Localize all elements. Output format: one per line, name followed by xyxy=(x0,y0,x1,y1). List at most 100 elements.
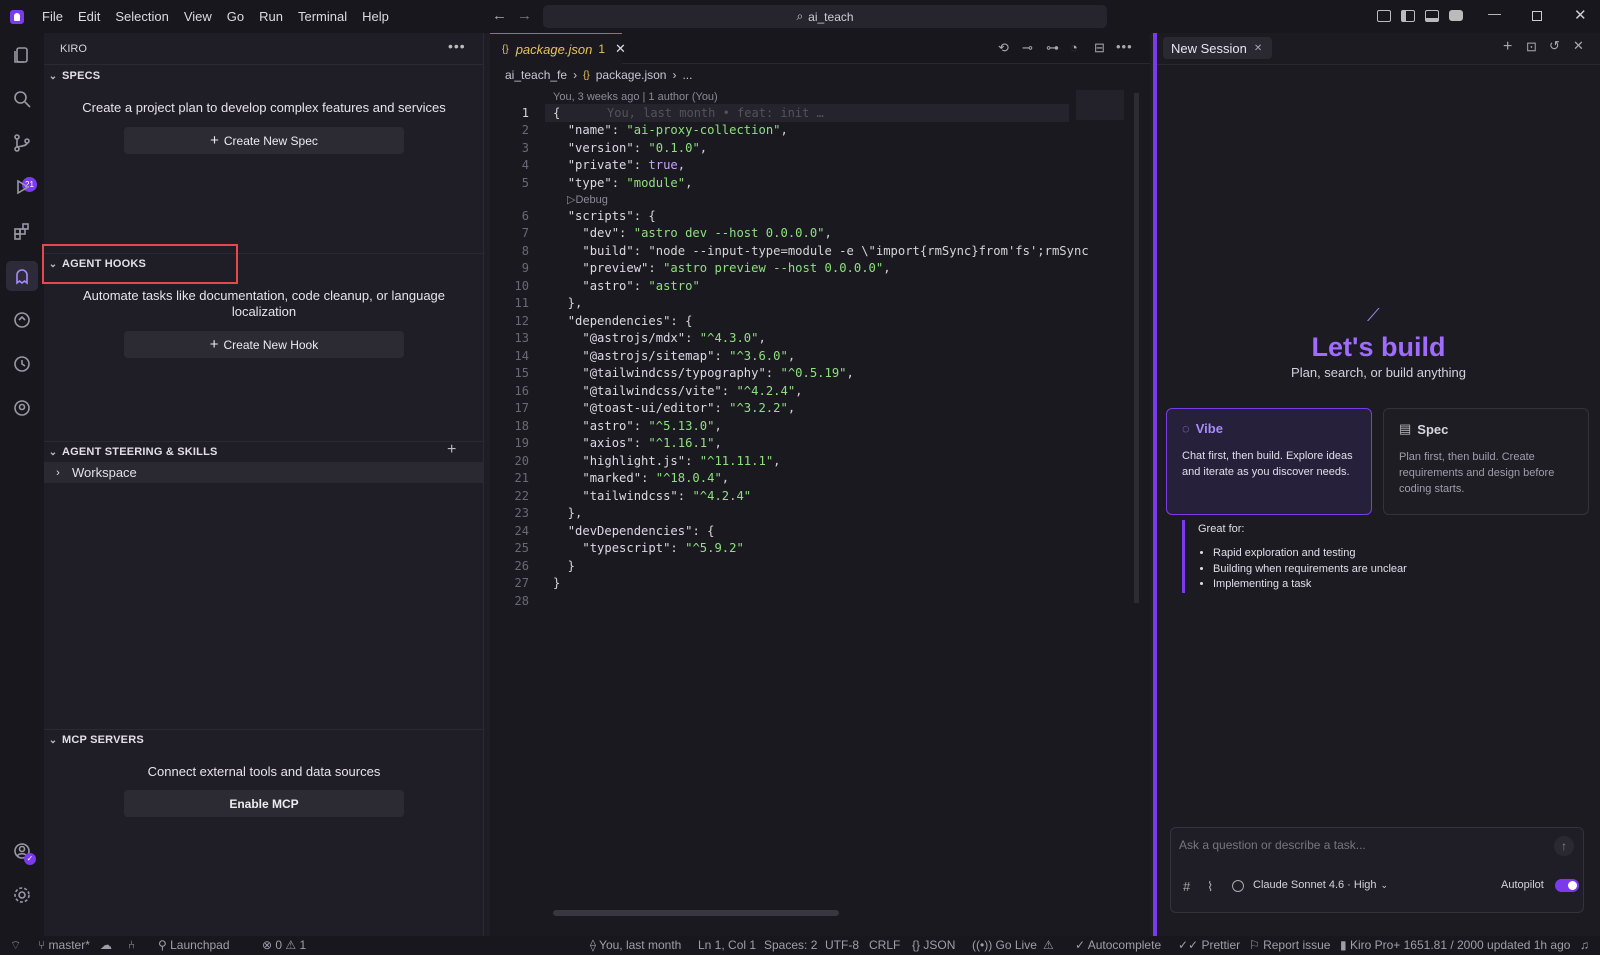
breadcrumb-folder[interactable]: ai_teach_fe xyxy=(505,68,567,82)
toggle-panel-icon[interactable] xyxy=(1425,10,1439,22)
kiro-sidebar: KIRO ••• ⌄ SPECS Create a project plan t… xyxy=(42,33,484,936)
specs-section-header[interactable]: ⌄ SPECS xyxy=(44,65,484,87)
autocomplete-status[interactable]: ✓ Autocomplete xyxy=(1075,938,1161,952)
toggle-sidebar-icon[interactable] xyxy=(1401,10,1415,22)
chat-input-placeholder[interactable]: Ask a question or describe a task... xyxy=(1179,838,1366,852)
braces-icon: {} xyxy=(912,938,924,952)
code-line: "@astrojs/sitemap": "^3.6.0", xyxy=(582,349,796,363)
split-editor-icon[interactable]: ⊟ xyxy=(1094,40,1105,56)
go-live-status[interactable]: ((•)) Go Live xyxy=(972,938,1037,952)
menu-terminal[interactable]: Terminal xyxy=(298,9,347,24)
chat-input-box[interactable]: Ask a question or describe a task... ↑ #… xyxy=(1170,827,1584,913)
close-window-icon[interactable]: ✕ xyxy=(1574,6,1587,24)
git-graph-icon[interactable]: ⑃ xyxy=(128,938,135,952)
nav-forward-icon[interactable]: → xyxy=(517,7,532,24)
extensions-icon[interactable] xyxy=(10,219,34,243)
toggle-chat-icon[interactable] xyxy=(1449,10,1463,21)
launchpad-status[interactable]: ⚲ Launchpad xyxy=(158,938,230,952)
workspace-tree-item[interactable]: › Workspace xyxy=(44,462,483,483)
enable-mcp-button[interactable]: Enable MCP xyxy=(124,790,404,817)
restore-icon[interactable] xyxy=(1532,11,1542,21)
list-item: Implementing a task xyxy=(1213,577,1407,593)
menu-view[interactable]: View xyxy=(184,9,212,24)
notifications-bell-icon[interactable]: ♫ xyxy=(1580,938,1589,952)
encoding-status[interactable]: UTF-8 xyxy=(825,938,859,952)
add-steering-icon[interactable]: + xyxy=(447,441,456,459)
eol-status[interactable]: CRLF xyxy=(869,938,900,952)
tab-close-icon[interactable]: ✕ xyxy=(615,41,626,57)
send-arrow-icon[interactable]: ↑ xyxy=(1554,836,1574,856)
menu-run[interactable]: Run xyxy=(259,9,283,24)
chevron-down-icon: ⌄ xyxy=(48,446,58,458)
menu-go[interactable]: Go xyxy=(227,9,244,24)
language-status[interactable]: {} JSON xyxy=(912,938,955,952)
create-new-spec-button[interactable]: + Create New Spec xyxy=(124,127,404,154)
menu-edit[interactable]: Edit xyxy=(78,9,100,24)
breadcrumb-file[interactable]: package.json xyxy=(596,68,667,82)
spec-mode-card[interactable]: ▤ Spec Plan first, then build. Create req… xyxy=(1383,408,1589,515)
settings-gear-icon[interactable] xyxy=(10,883,34,907)
line-number: 18 xyxy=(514,419,529,433)
editor-more-icon[interactable]: ••• xyxy=(1116,39,1133,54)
chat-history-icon[interactable]: ↺ xyxy=(1549,38,1560,54)
minimize-icon[interactable]: — xyxy=(1488,6,1501,21)
run-debug-icon[interactable] xyxy=(10,175,34,199)
source-control-icon[interactable] xyxy=(10,131,34,155)
minimap[interactable] xyxy=(1076,90,1124,120)
warning-icon[interactable]: ⚠ xyxy=(1043,938,1054,952)
breadcrumb-symbol[interactable]: ... xyxy=(682,68,692,82)
sync-cloud-icon[interactable]: ☁ xyxy=(100,938,112,952)
report-issue-status[interactable]: ⚐ Report issue xyxy=(1249,938,1330,952)
vertical-scrollbar[interactable] xyxy=(1134,93,1139,603)
line-number: 14 xyxy=(514,349,529,363)
remote-icon[interactable] xyxy=(10,308,34,332)
next-change-icon[interactable]: ⊶ xyxy=(1046,40,1059,56)
indentation-status[interactable]: Spaces: 2 xyxy=(764,938,817,952)
command-search-box[interactable]: ⌕ ai_teach xyxy=(543,5,1107,28)
accounts-sync-icon[interactable] xyxy=(10,396,34,420)
vibe-mode-card[interactable]: ◌ Vibe Chat first, then build. Explore id… xyxy=(1166,408,1372,515)
chat-tab-close-icon[interactable]: ✕ xyxy=(1254,43,1262,54)
new-chat-icon[interactable]: + xyxy=(1503,38,1512,56)
toggle-layout-icon[interactable] xyxy=(1377,10,1391,22)
horizontal-scrollbar[interactable] xyxy=(553,910,839,916)
chat-tab-new-session[interactable]: New Session ✕ xyxy=(1163,37,1273,59)
cursor-position[interactable]: Ln 1, Col 1 xyxy=(698,938,756,952)
nav-back-icon[interactable]: ← xyxy=(492,7,507,24)
debug-lens-label: Debug xyxy=(575,194,608,206)
circle-status-icon[interactable] xyxy=(1232,880,1244,892)
menu-file[interactable]: File xyxy=(42,9,63,24)
close-chat-icon[interactable]: ✕ xyxy=(1573,38,1584,54)
agent-steering-section-header[interactable]: ⌄ AGENT STEERING & SKILLS xyxy=(44,441,484,463)
mcp-servers-section-header[interactable]: ⌄ MCP SERVERS xyxy=(44,729,484,751)
debug-code-lens[interactable]: ▷Debug xyxy=(567,193,608,206)
menu-help[interactable]: Help xyxy=(362,9,389,24)
chat-history-list-icon[interactable]: ⊡ xyxy=(1526,39,1537,55)
plan-usage-status[interactable]: ▮ Kiro Pro+ 1651.81 / 2000 updated 1h ag… xyxy=(1340,938,1570,952)
tab-package-json[interactable]: {} package.json 1 ✕ xyxy=(490,33,626,64)
kiro-ghost-icon[interactable] xyxy=(10,264,34,288)
prettier-status[interactable]: ✓✓ Prettier xyxy=(1178,938,1240,952)
search-view-icon[interactable] xyxy=(10,87,34,111)
branch-status[interactable]: ⑂ master* xyxy=(38,938,90,952)
line-number: 25 xyxy=(514,541,529,555)
autopilot-toggle[interactable] xyxy=(1555,879,1579,892)
timeline-action-icon[interactable]: ◔ xyxy=(1070,40,1078,55)
blame-status[interactable]: ⟠ You, last month xyxy=(590,938,681,952)
code-line: } xyxy=(553,559,576,573)
timeline-icon[interactable] xyxy=(10,352,34,376)
open-changes-icon[interactable]: ⟲ xyxy=(998,40,1009,56)
hash-context-icon[interactable]: # xyxy=(1183,879,1190,894)
great-for-label: Great for: xyxy=(1198,523,1245,535)
attach-icon[interactable]: ⌇ xyxy=(1207,879,1213,895)
more-actions-icon[interactable]: ••• xyxy=(448,38,466,54)
menu-selection[interactable]: Selection xyxy=(115,9,168,24)
model-selector[interactable]: Claude Sonnet 4.6 · High ⌄ xyxy=(1253,879,1388,891)
git-blame-lens[interactable]: You, 3 weeks ago | 1 author (You) xyxy=(553,91,718,103)
previous-change-icon[interactable]: ⊸ xyxy=(1022,40,1033,56)
explorer-icon[interactable] xyxy=(10,43,34,67)
problems-status[interactable]: ⊗ 0 ⚠ 1 xyxy=(262,938,306,952)
json-file-icon: {} xyxy=(583,69,590,81)
create-new-hook-button[interactable]: + Create New Hook xyxy=(124,331,404,358)
remote-status-icon[interactable]: ⌔ xyxy=(10,938,21,953)
